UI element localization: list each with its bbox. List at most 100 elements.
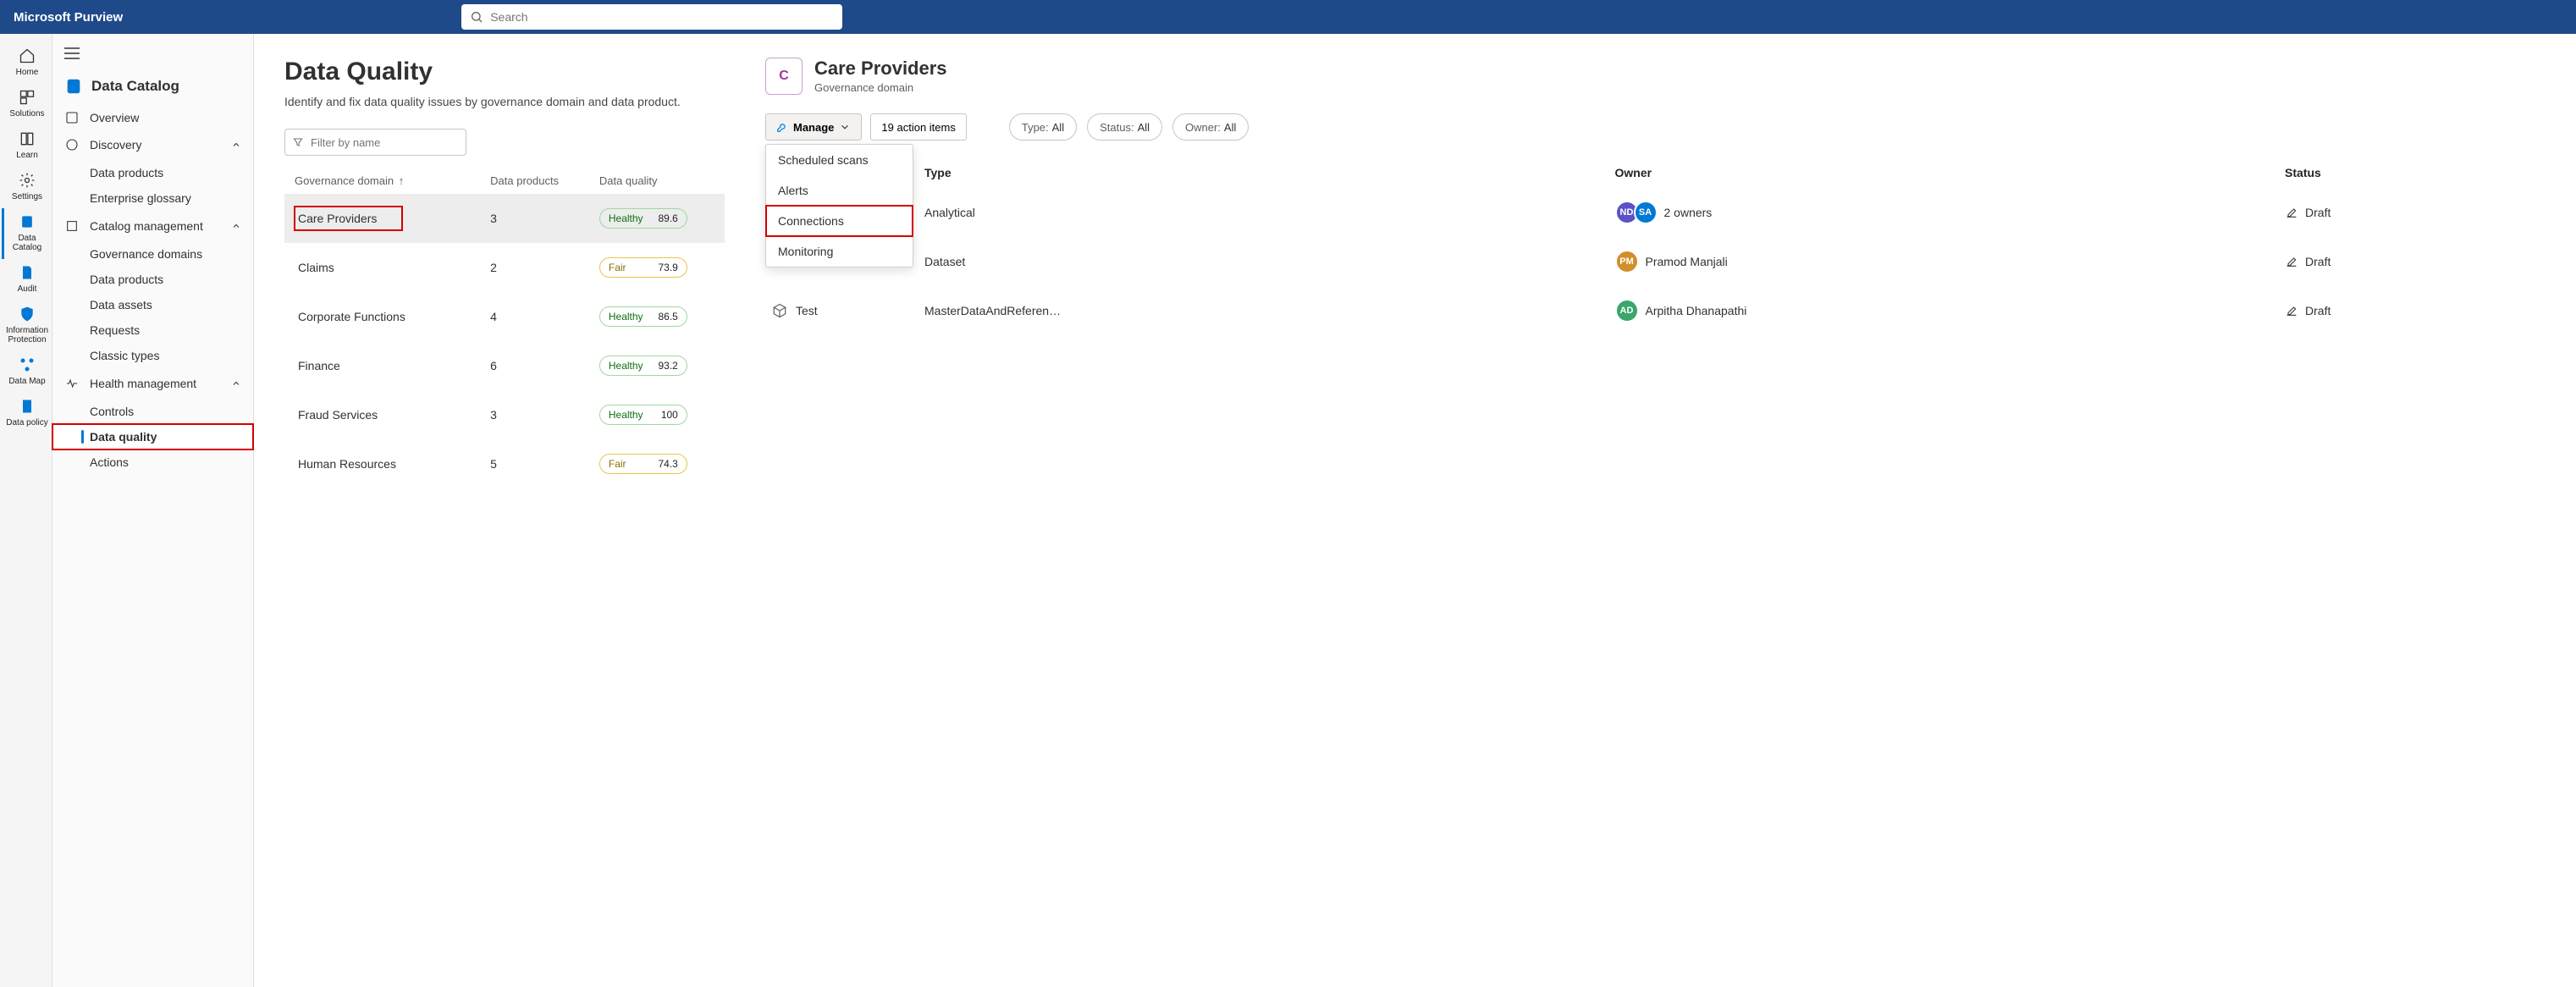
filter-icon — [292, 136, 304, 148]
nav-governance-domains[interactable]: Governance domains — [52, 241, 253, 267]
nav-overview[interactable]: Overview — [52, 104, 253, 131]
overview-icon — [64, 111, 80, 124]
chip-status[interactable]: Status: All — [1087, 113, 1162, 141]
rail-data-map[interactable]: Data Map — [2, 351, 51, 393]
domain-products: 6 — [482, 341, 591, 390]
home-icon — [19, 47, 36, 64]
top-bar: Microsoft Purview — [0, 0, 2576, 34]
rail-data-policy[interactable]: Data policy — [2, 393, 51, 434]
data-catalog-icon — [19, 213, 36, 230]
domain-table: Governance domain ↑ Data products Data q… — [284, 168, 725, 488]
product-name: Test — [772, 303, 911, 318]
sort-arrow-icon: ↑ — [395, 174, 404, 187]
action-items-button[interactable]: 19 action items — [870, 113, 966, 141]
table-row[interactable]: AnalyticalNDSA2 ownersDraft — [765, 188, 2552, 237]
domain-products: 4 — [482, 292, 591, 341]
table-row[interactable]: Claims2Fair73.9 — [284, 243, 725, 292]
product-owners: NDSA2 owners — [1615, 201, 2272, 224]
nav-catalog-management[interactable]: Catalog management — [52, 212, 253, 240]
domain-products: 5 — [482, 439, 591, 488]
search-wrap — [461, 4, 842, 30]
dd-monitoring[interactable]: Monitoring — [766, 236, 913, 267]
data-map-icon — [19, 356, 36, 373]
col-owner[interactable]: Owner — [1608, 157, 2279, 188]
table-row[interactable]: Fraud Services3Healthy100 — [284, 390, 725, 439]
domain-name: Corporate Functions — [295, 305, 431, 328]
left-rail: Home Solutions Learn Settings Data Catal… — [0, 34, 52, 987]
quality-pill: Healthy89.6 — [599, 208, 687, 229]
nav-controls[interactable]: Controls — [52, 399, 253, 424]
catalog-title: Data Catalog — [91, 78, 179, 95]
chip-owner[interactable]: Owner: All — [1172, 113, 1249, 141]
avatar: AD — [1615, 299, 1639, 323]
product-type: Dataset — [918, 237, 1608, 286]
chip-type[interactable]: Type: All — [1009, 113, 1077, 141]
quality-pill: Healthy86.5 — [599, 306, 687, 327]
domain-name: Finance — [295, 354, 366, 378]
learn-icon — [19, 130, 36, 147]
chevron-down-icon — [839, 121, 851, 133]
dd-connections[interactable]: Connections — [766, 206, 913, 236]
detail-controls: Manage 19 action items Type: All Status:… — [765, 113, 2552, 141]
nav-data-assets[interactable]: Data assets — [52, 292, 253, 317]
hamburger-button[interactable] — [52, 42, 253, 74]
dd-alerts[interactable]: Alerts — [766, 175, 913, 206]
detail-pane: C Care Providers Governance domain Manag… — [745, 34, 2576, 987]
wrench-icon — [776, 121, 788, 133]
quality-pill: Healthy93.2 — [599, 356, 687, 376]
page-title: Data Quality — [284, 58, 725, 86]
brand-label: Microsoft Purview — [14, 10, 123, 25]
manage-button[interactable]: Manage — [765, 113, 862, 141]
table-row[interactable]: Finance 6 Healthy93.2 — [284, 341, 725, 390]
catalog-mgmt-icon — [64, 219, 80, 233]
page-subtitle: Identify and fix data quality issues by … — [284, 95, 725, 108]
search-icon — [470, 10, 483, 24]
domain-name: Human Resources — [295, 452, 422, 476]
nav-classic-types[interactable]: Classic types — [52, 343, 253, 368]
global-search — [461, 4, 842, 30]
nav-actions[interactable]: Actions — [52, 449, 253, 475]
rail-audit[interactable]: Audit — [2, 259, 51, 301]
quality-pill: Fair74.3 — [599, 454, 687, 474]
nav-requests[interactable]: Requests — [52, 317, 253, 343]
col-data-quality[interactable]: Data quality — [591, 168, 725, 194]
table-row[interactable]: DatasetPMPramod ManjaliDraft — [765, 237, 2552, 286]
col-data-products[interactable]: Data products — [482, 168, 591, 194]
product-type: MasterDataAndReferen… — [918, 286, 1608, 335]
nav-discovery-enterprise-glossary[interactable]: Enterprise glossary — [52, 185, 253, 211]
search-input[interactable] — [461, 4, 842, 30]
col-status[interactable]: Status — [2278, 157, 2552, 188]
data-catalog-icon — [64, 77, 83, 96]
rail-data-catalog[interactable]: Data Catalog — [2, 208, 51, 259]
rail-learn[interactable]: Learn — [2, 125, 51, 167]
table-row[interactable]: Care Providers3Healthy89.6 — [284, 194, 725, 243]
product-owners: ADArpitha Dhanapathi — [1615, 299, 2272, 323]
col-governance-domain[interactable]: Governance domain ↑ — [284, 168, 482, 194]
rail-home[interactable]: Home — [2, 42, 51, 84]
detail-subtitle: Governance domain — [814, 81, 947, 94]
center-column: Data Quality Identify and fix data quali… — [254, 34, 745, 987]
chevron-up-icon — [231, 221, 241, 231]
health-icon — [64, 377, 80, 390]
table-row[interactable]: Test MasterDataAndReferen… ADArpitha Dhana… — [765, 286, 2552, 335]
domain-name: Fraud Services — [295, 403, 403, 427]
nav-data-products[interactable]: Data products — [52, 267, 253, 292]
quality-pill: Healthy100 — [599, 405, 687, 425]
rail-info-protection[interactable]: Information Protection — [2, 301, 51, 351]
col-type[interactable]: Type — [918, 157, 1608, 188]
domain-name: Care Providers — [295, 207, 402, 230]
solutions-icon — [19, 89, 36, 106]
gear-icon — [19, 172, 36, 189]
table-row[interactable]: Corporate Functions 4 Healthy86.5 — [284, 292, 725, 341]
rail-solutions[interactable]: Solutions — [2, 84, 51, 125]
nav-health-management[interactable]: Health management — [52, 370, 253, 397]
draft-icon — [2285, 206, 2298, 219]
table-row[interactable]: Human Resources 5 Fair74.3 — [284, 439, 725, 488]
audit-icon — [19, 264, 36, 281]
dd-scheduled-scans[interactable]: Scheduled scans — [766, 145, 913, 175]
nav-data-quality[interactable]: Data quality — [52, 424, 253, 449]
filter-input[interactable] — [284, 129, 466, 156]
rail-settings[interactable]: Settings — [2, 167, 51, 208]
nav-discovery-data-products[interactable]: Data products — [52, 160, 253, 185]
nav-discovery[interactable]: Discovery — [52, 131, 253, 158]
